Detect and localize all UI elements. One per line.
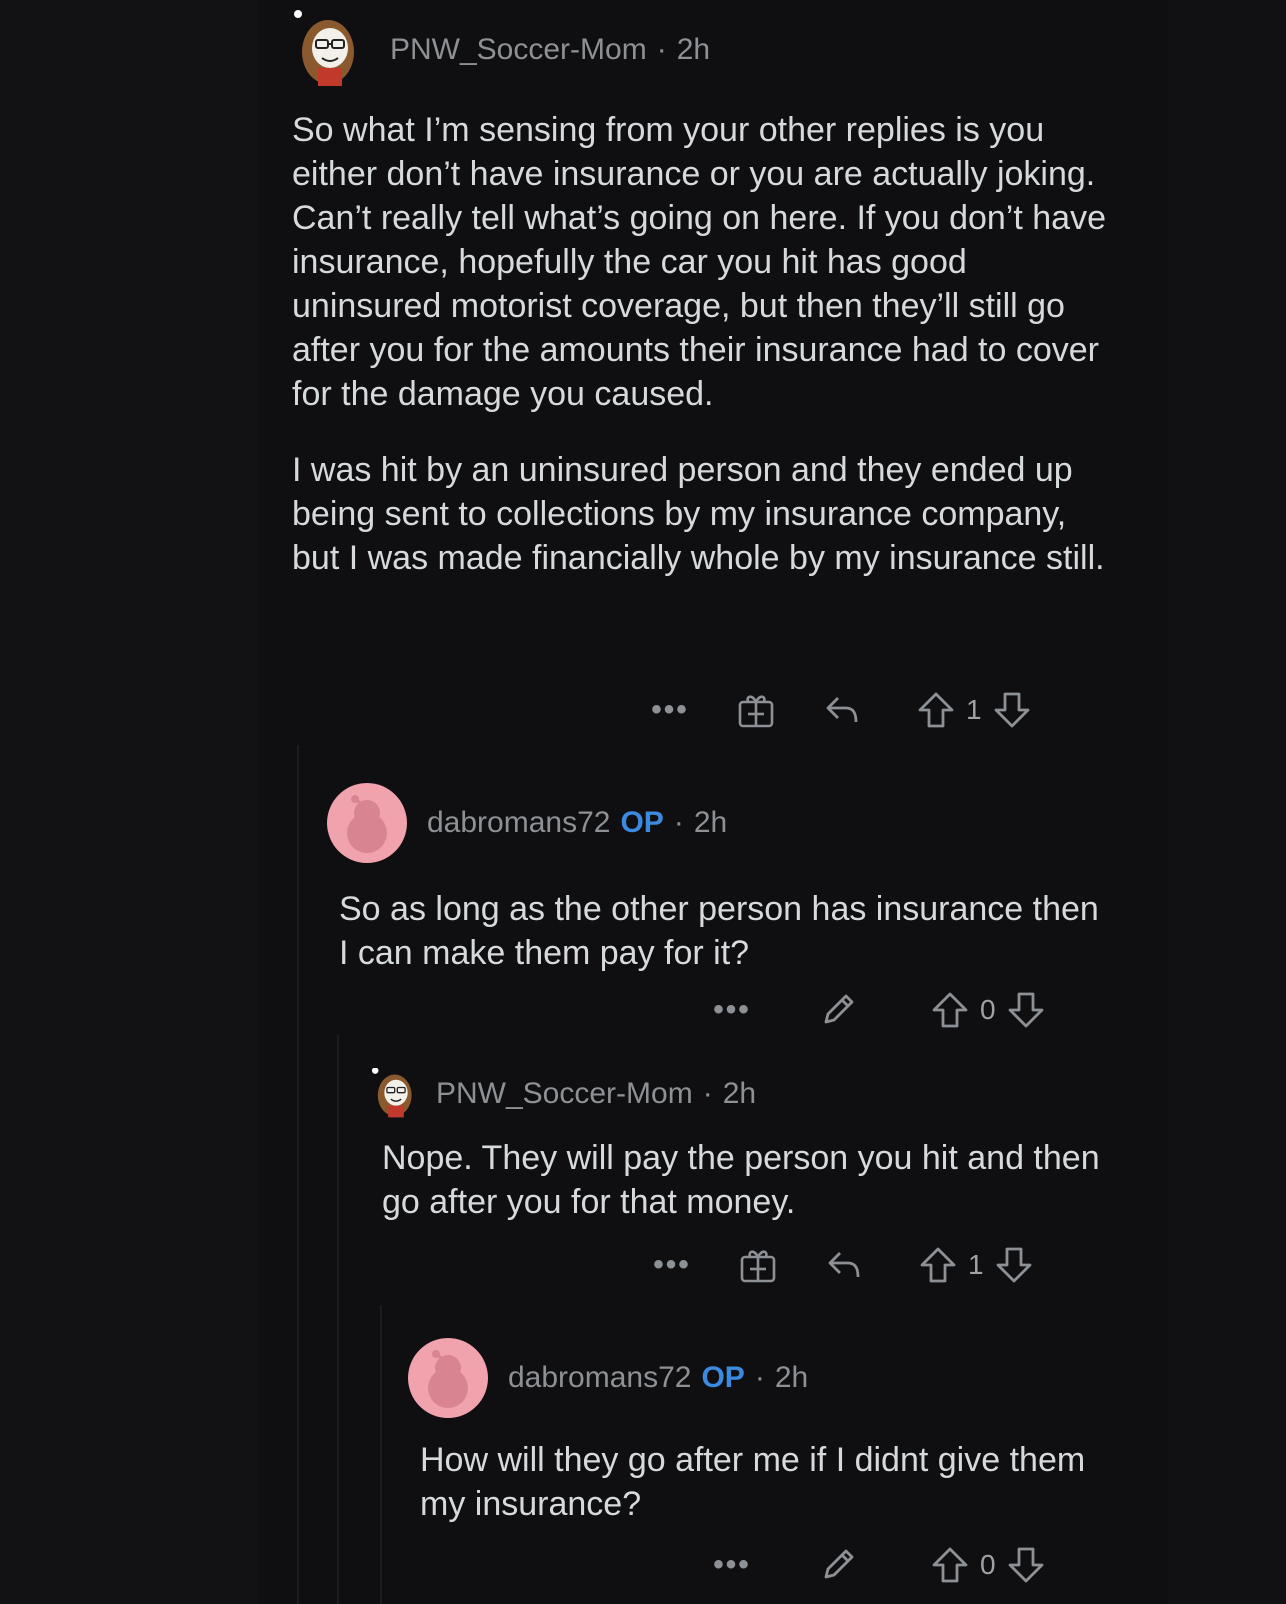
meta-separator: · bbox=[754, 1361, 765, 1394]
avatar-illustration-icon bbox=[294, 10, 354, 86]
comment-header: PNW_Soccer-Mom · 2h bbox=[370, 1064, 1130, 1124]
timestamp[interactable]: 2h bbox=[775, 1361, 808, 1394]
gift-icon bbox=[738, 695, 774, 728]
upvote-arrow-icon bbox=[918, 692, 954, 728]
downvote-arrow-icon bbox=[996, 1247, 1031, 1283]
comment-header: dabromans72 OP · 2h bbox=[408, 1338, 1128, 1418]
comment-actions: ••• 0 bbox=[712, 1540, 1046, 1590]
comment-body-paragraph: So what I’m sensing from your other repl… bbox=[292, 111, 1106, 413]
snoo-icon bbox=[428, 1350, 468, 1408]
upvote-button[interactable] bbox=[930, 990, 970, 1030]
vote-count: 1 bbox=[966, 694, 982, 725]
username[interactable]: PNW_Soccer-Mom bbox=[390, 33, 647, 66]
meta-separator: · bbox=[673, 806, 684, 839]
award-button[interactable] bbox=[736, 690, 776, 730]
comment-body-paragraph: I was hit by an uninsured person and the… bbox=[292, 451, 1105, 577]
user-avatar[interactable] bbox=[327, 783, 407, 863]
downvote-button[interactable] bbox=[994, 1245, 1034, 1285]
meta-separator: · bbox=[656, 33, 667, 66]
comment-header: PNW_Soccer-Mom · 2h bbox=[290, 10, 1120, 90]
comment: PNW_Soccer-Mom · 2h So what I’m sensing fr… bbox=[290, 10, 1120, 580]
comment-body-paragraph: So as long as the other person has insur… bbox=[339, 890, 1099, 972]
op-badge: OP bbox=[701, 1361, 745, 1394]
snoo-icon bbox=[347, 795, 387, 853]
downvote-button[interactable] bbox=[992, 690, 1032, 730]
thread-line[interactable] bbox=[337, 1035, 339, 1604]
comment-body-paragraph: Nope. They will pay the person you hit a… bbox=[382, 1139, 1100, 1221]
comment-meta: PNW_Soccer-Mom · 2h bbox=[436, 1077, 756, 1111]
timestamp[interactable]: 2h bbox=[694, 806, 727, 839]
username[interactable]: PNW_Soccer-Mom bbox=[436, 1077, 693, 1110]
pencil-icon bbox=[824, 994, 854, 1024]
right-gutter bbox=[1168, 0, 1286, 1604]
comment: dabromans72 OP · 2h So as long as the other… bbox=[327, 783, 1127, 975]
upvote-arrow-icon bbox=[932, 1547, 968, 1583]
thread-line[interactable] bbox=[380, 1305, 382, 1604]
vote-count: 0 bbox=[980, 994, 996, 1025]
more-options-button[interactable]: ••• bbox=[650, 693, 690, 727]
comment-body-paragraph: How will they go after me if I didnt giv… bbox=[420, 1441, 1086, 1523]
pencil-icon bbox=[824, 1549, 854, 1579]
comment-actions: ••• 1 bbox=[650, 685, 1032, 735]
downvote-button[interactable] bbox=[1006, 1545, 1046, 1585]
user-avatar[interactable] bbox=[370, 1067, 422, 1120]
upvote-button[interactable] bbox=[930, 1545, 970, 1585]
more-options-button[interactable]: ••• bbox=[712, 1548, 752, 1582]
reply-button[interactable] bbox=[822, 690, 862, 730]
reply-button[interactable] bbox=[824, 1245, 864, 1285]
comment-meta: dabromans72 OP · 2h bbox=[508, 1361, 808, 1395]
op-badge: OP bbox=[620, 806, 664, 839]
gift-icon bbox=[740, 1250, 776, 1283]
upvote-arrow-icon bbox=[920, 1247, 956, 1283]
upvote-arrow-icon bbox=[932, 992, 968, 1028]
avatar-illustration-icon bbox=[371, 1067, 412, 1118]
comment: PNW_Soccer-Mom · 2h Nope. They will pay th… bbox=[370, 1064, 1130, 1224]
vote-count: 1 bbox=[968, 1249, 984, 1280]
edit-button[interactable] bbox=[818, 990, 858, 1030]
thread-line[interactable] bbox=[297, 745, 299, 1604]
timestamp[interactable]: 2h bbox=[677, 33, 710, 66]
timestamp[interactable]: 2h bbox=[723, 1077, 756, 1110]
comment-meta: PNW_Soccer-Mom · 2h bbox=[390, 33, 710, 67]
downvote-button[interactable] bbox=[1006, 990, 1046, 1030]
more-options-button[interactable]: ••• bbox=[652, 1248, 692, 1282]
comment-meta: dabromans72 OP · 2h bbox=[427, 806, 727, 840]
edit-button[interactable] bbox=[818, 1545, 858, 1585]
user-avatar[interactable] bbox=[408, 1338, 488, 1418]
downvote-arrow-icon bbox=[1008, 992, 1043, 1028]
user-avatar[interactable] bbox=[290, 10, 370, 90]
left-gutter bbox=[0, 0, 258, 1604]
vote-count: 0 bbox=[980, 1549, 996, 1580]
comment-actions: ••• 0 bbox=[712, 985, 1046, 1035]
comment-actions: ••• 1 bbox=[652, 1240, 1034, 1290]
comment-header: dabromans72 OP · 2h bbox=[327, 783, 1127, 863]
upvote-button[interactable] bbox=[916, 690, 956, 730]
reply-arrow-icon bbox=[826, 697, 858, 723]
more-options-button[interactable]: ••• bbox=[712, 993, 752, 1027]
comment: dabromans72 OP · 2h How will they go after … bbox=[408, 1338, 1128, 1526]
award-button[interactable] bbox=[738, 1245, 778, 1285]
upvote-button[interactable] bbox=[918, 1245, 958, 1285]
downvote-arrow-icon bbox=[994, 692, 1029, 728]
meta-separator: · bbox=[702, 1077, 713, 1110]
username[interactable]: dabromans72 bbox=[427, 806, 610, 839]
username[interactable]: dabromans72 bbox=[508, 1361, 691, 1394]
downvote-arrow-icon bbox=[1008, 1547, 1043, 1583]
reply-arrow-icon bbox=[828, 1252, 860, 1278]
